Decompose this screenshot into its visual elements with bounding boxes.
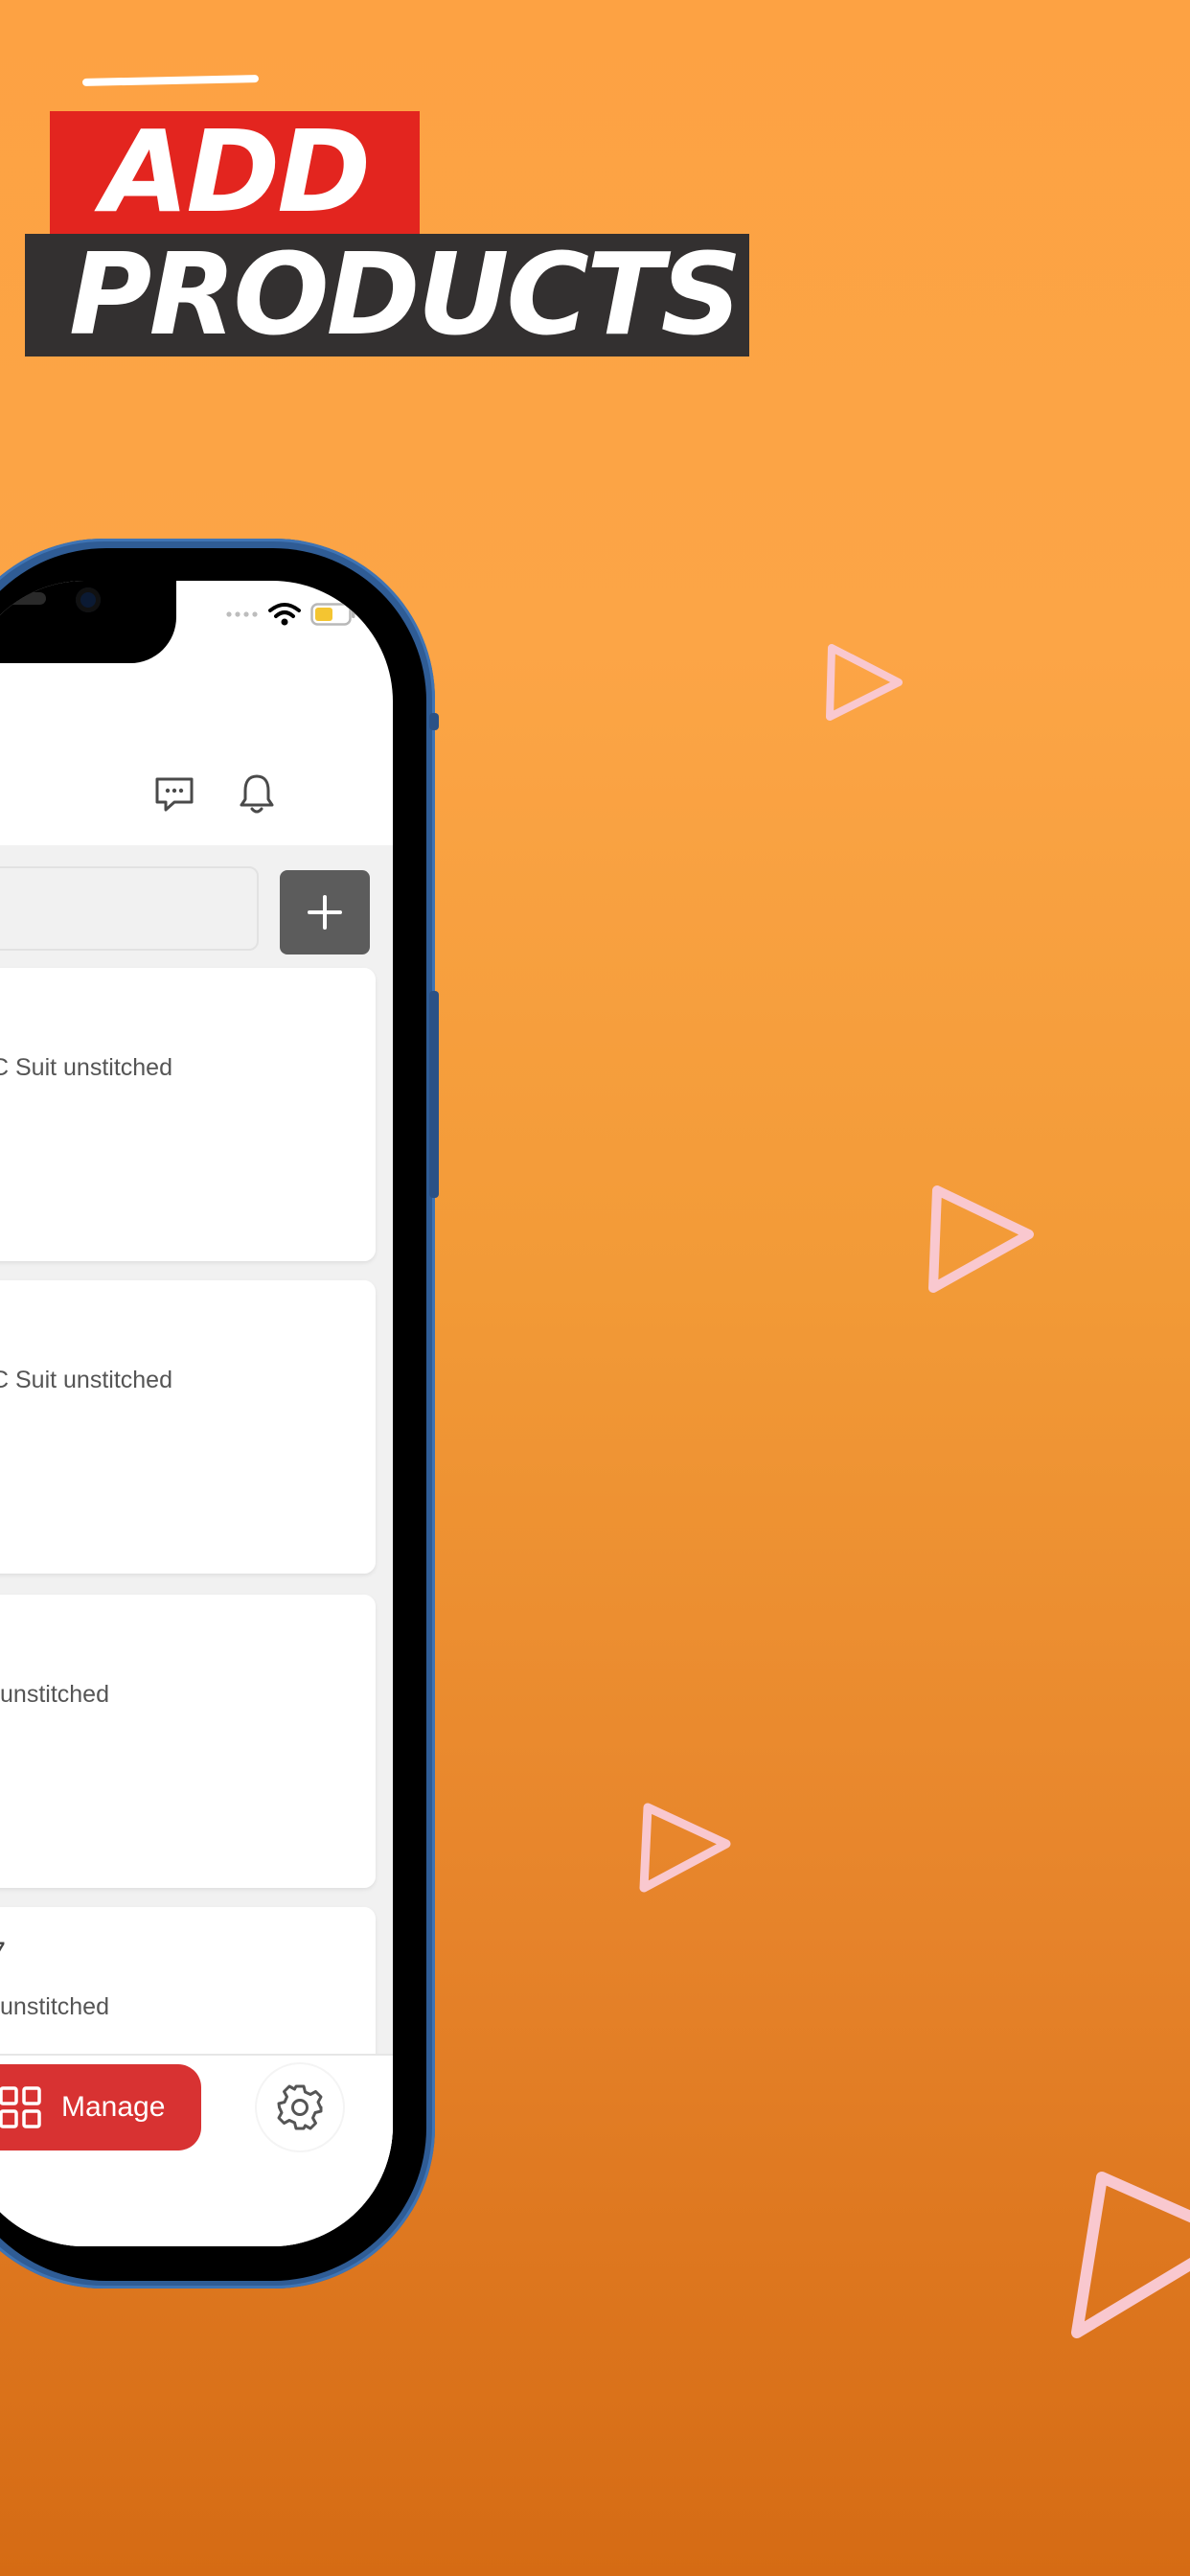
headline-add-banner: ADD [50,111,420,234]
product-description: c unstitched [0,1993,109,2020]
decorative-triangle-1 [826,644,903,721]
headline-products-text: PRODUCTS [69,228,742,360]
status-bar [226,600,356,629]
manage-label: Manage [61,2091,166,2123]
product-description: PC Suit unstitched [0,1054,172,1081]
signal-dots-icon [226,611,258,617]
search-input[interactable] [0,866,259,951]
manage-button[interactable]: Manage [0,2064,201,2150]
product-description: c unstitched [0,1681,109,1708]
product-title: 217 [0,1936,6,1971]
battery-icon [310,603,355,626]
chat-bubble-icon[interactable] [153,770,195,818]
phone-screen: PC Suit unstitched PC Suit unstitched 0 … [0,581,393,2246]
plus-icon [308,895,342,930]
headline-products-banner: PRODUCTS [25,234,749,356]
phone-side-button-top [429,713,439,730]
bell-icon[interactable] [238,770,276,818]
decorative-triangle-3 [639,1803,731,1893]
phone-notch [0,581,176,663]
decorative-triangle-2 [928,1185,1034,1293]
headline-add-text: ADD [102,105,371,238]
headline-accent-line [81,75,260,86]
wifi-icon [268,603,301,626]
product-description: PC Suit unstitched [0,1367,172,1393]
product-card[interactable]: PC Suit unstitched [0,1280,376,1574]
decorative-triangle-4 [1071,2172,1190,2338]
grid-icon [0,2086,41,2128]
phone-speaker [0,592,46,605]
phone-side-button [429,991,439,1198]
gear-icon [277,2084,323,2130]
add-product-button[interactable] [280,870,370,954]
phone-camera [76,587,101,612]
product-card[interactable]: PC Suit unstitched [0,968,376,1261]
settings-button[interactable] [257,2064,343,2150]
product-card[interactable]: 0 c unstitched [0,1595,376,1888]
